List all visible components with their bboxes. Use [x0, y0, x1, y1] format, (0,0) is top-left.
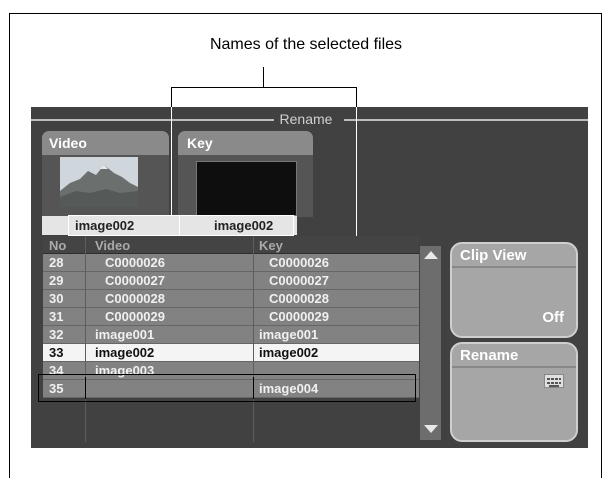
clip-view-value: Off — [542, 309, 564, 326]
tab-key-label: Key — [187, 135, 213, 151]
row-video: C0000028 — [105, 291, 165, 306]
row-no: 33 — [49, 345, 64, 360]
row-key: image001 — [259, 327, 319, 342]
header-no: No — [49, 238, 67, 253]
row-no: 29 — [49, 273, 64, 288]
selected-row-highlight — [38, 374, 416, 402]
list-row[interactable]: 31 C0000029 C0000029 — [43, 308, 419, 326]
row-no: 30 — [49, 291, 64, 306]
tab-video-label: Video — [49, 135, 87, 151]
row-key: C0000026 — [269, 255, 329, 270]
row-key: image002 — [259, 345, 319, 360]
row-no: 32 — [49, 327, 64, 342]
rename-button[interactable]: Rename — [450, 342, 578, 442]
keyboard-icon — [544, 374, 564, 388]
row-no: 28 — [49, 255, 64, 270]
list-row[interactable]: 32 image001 image001 — [43, 326, 419, 344]
row-video: image002 — [95, 345, 155, 360]
list-row[interactable]: 28 C0000026 C0000026 — [43, 254, 419, 272]
row-video: image001 — [95, 327, 155, 342]
list-header: No Video Key — [43, 236, 419, 254]
video-thumbnail — [60, 157, 138, 207]
window-title: Rename — [279, 111, 333, 127]
row-key: C0000028 — [269, 291, 329, 306]
selected-names-highlight — [68, 215, 294, 236]
row-no: 31 — [49, 309, 64, 324]
scroll-up-arrow-icon[interactable] — [424, 251, 438, 259]
row-video: C0000029 — [105, 309, 165, 324]
callout-stem — [263, 67, 264, 87]
header-key: Key — [259, 238, 283, 253]
callout-left-line — [171, 107, 172, 218]
annotation-label: Names of the selected files — [209, 36, 403, 53]
list-row[interactable]: 30 C0000028 C0000028 — [43, 290, 419, 308]
key-thumbnail — [196, 161, 297, 216]
header-video: Video — [95, 238, 131, 253]
row-key: C0000027 — [269, 273, 329, 288]
list-row-selected[interactable]: 33 image002 image002 — [43, 344, 419, 362]
clip-view-label: Clip View — [460, 247, 527, 264]
scrollbar[interactable] — [420, 246, 441, 440]
clip-view-button[interactable]: Clip View Off — [450, 242, 578, 338]
row-video: C0000027 — [105, 273, 165, 288]
callout-right-drop — [356, 87, 357, 107]
row-video: C0000026 — [105, 255, 165, 270]
list-row[interactable]: 29 C0000027 C0000027 — [43, 272, 419, 290]
callout-left-drop — [171, 87, 172, 107]
scroll-down-arrow-icon[interactable] — [424, 425, 438, 433]
row-key: C0000029 — [269, 309, 329, 324]
rename-label: Rename — [460, 347, 519, 364]
callout-bracket — [171, 87, 357, 88]
